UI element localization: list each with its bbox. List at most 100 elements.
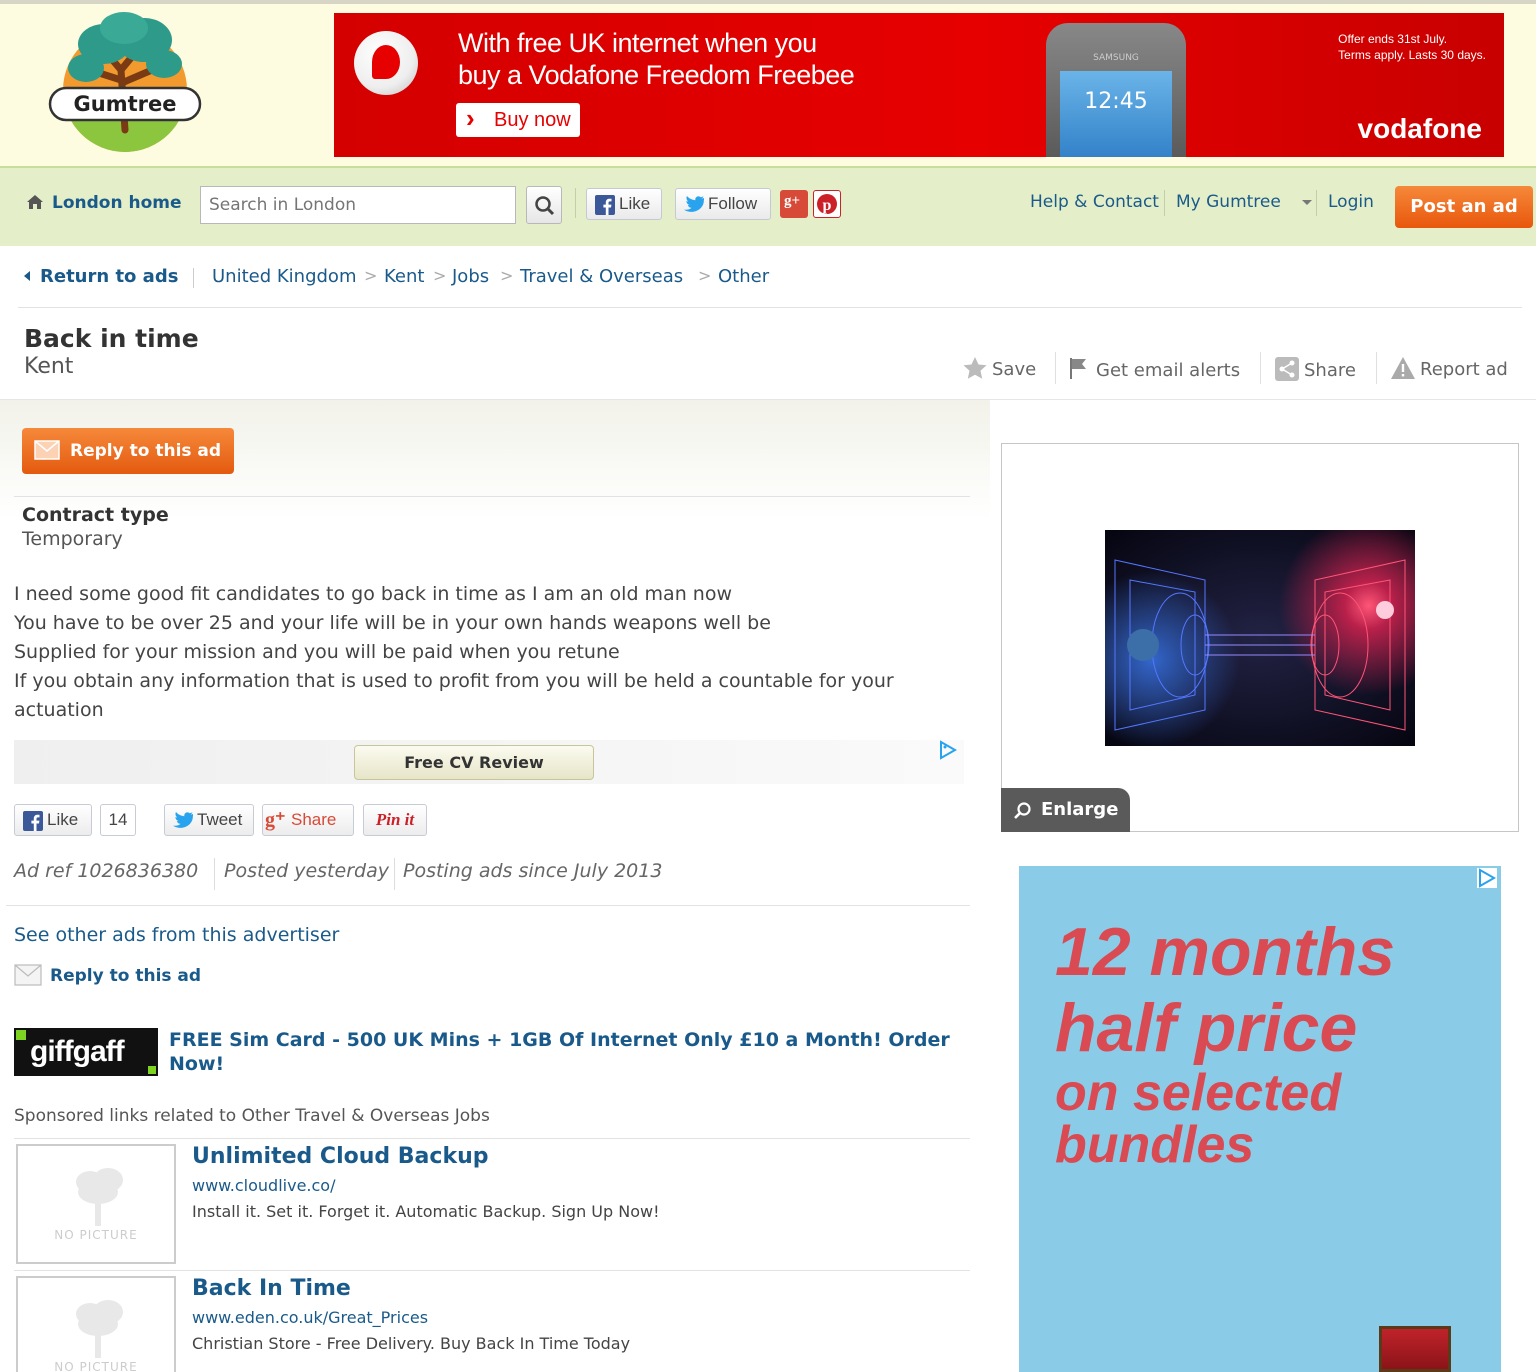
promo-banner-ad[interactable]: 12 months half price on selected bundles: [1019, 866, 1501, 1372]
london-home-link[interactable]: London home: [26, 192, 182, 213]
vodafone-banner-ad[interactable]: With free UK internet when you buy a Vod…: [334, 13, 1504, 157]
breadcrumb-separator: >: [698, 266, 712, 285]
contract-type-value: Temporary: [22, 528, 123, 550]
save-button[interactable]: Save: [962, 356, 1036, 380]
ad-title: Back in time: [24, 324, 199, 353]
free-cv-review-button[interactable]: Free CV Review: [354, 745, 594, 780]
tweet-button[interactable]: Tweet: [164, 804, 254, 836]
facebook-like-button[interactable]: Like: [586, 188, 662, 220]
ad-photo-wormhole[interactable]: [1105, 530, 1415, 746]
sponsored-description: Install it. Set it. Forget it. Automatic…: [192, 1202, 660, 1221]
giffgaff-corner-icon: [16, 1030, 26, 1040]
promo-line: 12 months: [1055, 914, 1396, 990]
sponsored-title[interactable]: Back In Time: [192, 1276, 351, 1301]
nav-bar: London home Like Follow g+ p Help & Cont…: [0, 166, 1536, 246]
envelope-icon: [34, 440, 60, 460]
nav-divider: [1316, 190, 1317, 216]
no-picture-thumbnail[interactable]: NO PICTURE: [16, 1144, 176, 1264]
adchoices-icon[interactable]: [1477, 868, 1497, 888]
breadcrumb: Return to ads United Kingdom > Kent > Jo…: [0, 246, 1536, 308]
google-plus-icon: g⁺: [265, 809, 286, 831]
promo-line: half price: [1055, 990, 1358, 1066]
wormhole-image-icon: [1114, 559, 1406, 731]
giffgaff-logo[interactable]: giffgaff: [14, 1028, 158, 1076]
ad-description: I need some good fit candidates to go ba…: [14, 583, 894, 721]
help-contact-link[interactable]: Help & Contact: [1030, 192, 1159, 212]
search-input[interactable]: [200, 186, 516, 224]
breadcrumb-other[interactable]: Other: [718, 266, 769, 287]
header-top-line: [0, 0, 1536, 4]
twitter-bird-icon: [684, 196, 704, 212]
contract-type-label: Contract type: [22, 504, 169, 526]
chevron-down-icon: [1302, 200, 1313, 205]
facebook-like-button[interactable]: Like: [14, 804, 92, 836]
gumtree-logo[interactable]: Gumtree: [44, 10, 206, 180]
sponsored-url[interactable]: www.cloudlive.co/: [192, 1176, 335, 1195]
breadcrumb-kent[interactable]: Kent: [384, 266, 424, 287]
vodafone-wordmark: vodafone: [1357, 113, 1482, 144]
get-email-alerts-button[interactable]: Get email alerts: [1068, 356, 1240, 381]
google-plus-share-label: Share: [291, 810, 337, 829]
no-picture-label: NO PICTURE: [54, 1360, 138, 1372]
search-button[interactable]: [526, 186, 562, 224]
meta-divider: [214, 858, 215, 890]
sponsored-title[interactable]: Unlimited Cloud Backup: [192, 1144, 488, 1169]
twitter-bird-icon: [173, 812, 193, 828]
offer-terms: Offer ends 31st July. Terms apply. Lasts…: [1338, 32, 1486, 62]
meta-divider: [394, 858, 395, 890]
facebook-like-label: Like: [47, 810, 79, 829]
login-link[interactable]: Login: [1328, 192, 1374, 212]
return-to-ads-link[interactable]: Return to ads: [22, 266, 178, 287]
posting-since: Posting ads since July 2013: [403, 860, 663, 882]
facebook-icon: [595, 195, 615, 215]
no-picture-thumbnail[interactable]: NO PICTURE: [16, 1276, 176, 1372]
tree-placeholder-icon: [76, 1300, 123, 1358]
share-button[interactable]: Share: [1274, 356, 1356, 382]
divider: [14, 496, 970, 497]
giffgaff-dot-icon: [148, 1066, 156, 1074]
divider: [14, 1138, 970, 1139]
sponsored-url[interactable]: www.eden.co.uk/Great_Prices: [192, 1308, 428, 1327]
breadcrumb-travel-overseas[interactable]: Travel & Overseas: [520, 266, 683, 287]
phone-image: SAMSUNG 12:45: [1046, 23, 1186, 157]
giffgaff-logo-text: giffgaff: [30, 1035, 125, 1068]
divider: [6, 905, 970, 906]
promo-line: bundles: [1055, 1116, 1255, 1174]
get-email-alerts-label: Get email alerts: [1096, 360, 1241, 381]
logo-text: Gumtree: [74, 92, 177, 116]
reply-to-ad-button[interactable]: Reply to this ad: [22, 428, 234, 474]
facebook-like-label: Like: [619, 194, 651, 213]
posted-date: Posted yesterday: [224, 860, 389, 882]
action-divider: [1055, 352, 1056, 384]
my-gumtree-label: My Gumtree: [1176, 192, 1281, 212]
envelope-icon: [14, 964, 42, 986]
return-to-ads-label: Return to ads: [40, 266, 179, 287]
magnifier-icon: [1014, 802, 1031, 819]
my-gumtree-menu[interactable]: My Gumtree: [1176, 192, 1314, 212]
google-plus-share-button[interactable]: g⁺ Share: [262, 804, 354, 836]
google-plus-icon[interactable]: g+: [780, 190, 808, 218]
breadcrumb-united-kingdom[interactable]: United Kingdom: [212, 266, 356, 287]
nav-divider: [575, 188, 576, 218]
breadcrumb-separator: >: [500, 266, 514, 285]
vodafone-logo-icon: [354, 31, 418, 95]
pin-it-button[interactable]: Pin it: [363, 804, 427, 836]
post-an-ad-button[interactable]: Post an ad: [1395, 186, 1533, 228]
report-ad-button[interactable]: Report ad: [1390, 356, 1508, 380]
enlarge-button[interactable]: Enlarge: [1001, 788, 1130, 832]
reply-to-ad-link[interactable]: Reply to this ad: [50, 966, 201, 986]
breadcrumb-jobs[interactable]: Jobs: [452, 266, 489, 287]
other-ads-link[interactable]: See other ads from this advertiser: [14, 924, 339, 946]
star-icon: [963, 357, 987, 379]
twitter-follow-button[interactable]: Follow: [675, 188, 771, 220]
adchoices-icon[interactable]: [938, 740, 958, 760]
pinterest-icon[interactable]: p: [813, 190, 841, 218]
tree-placeholder-icon: [76, 1168, 123, 1226]
giffgaff-ad-link[interactable]: FREE Sim Card - 500 UK Mins + 1GB Of Int…: [169, 1028, 969, 1076]
buy-now-button[interactable]: Buy now: [456, 101, 580, 137]
share-icon: [1275, 357, 1299, 381]
breadcrumb-divider: [193, 268, 194, 288]
facebook-icon: [23, 811, 43, 831]
nav-divider: [1164, 190, 1165, 216]
chevron-left-icon: [24, 271, 30, 281]
